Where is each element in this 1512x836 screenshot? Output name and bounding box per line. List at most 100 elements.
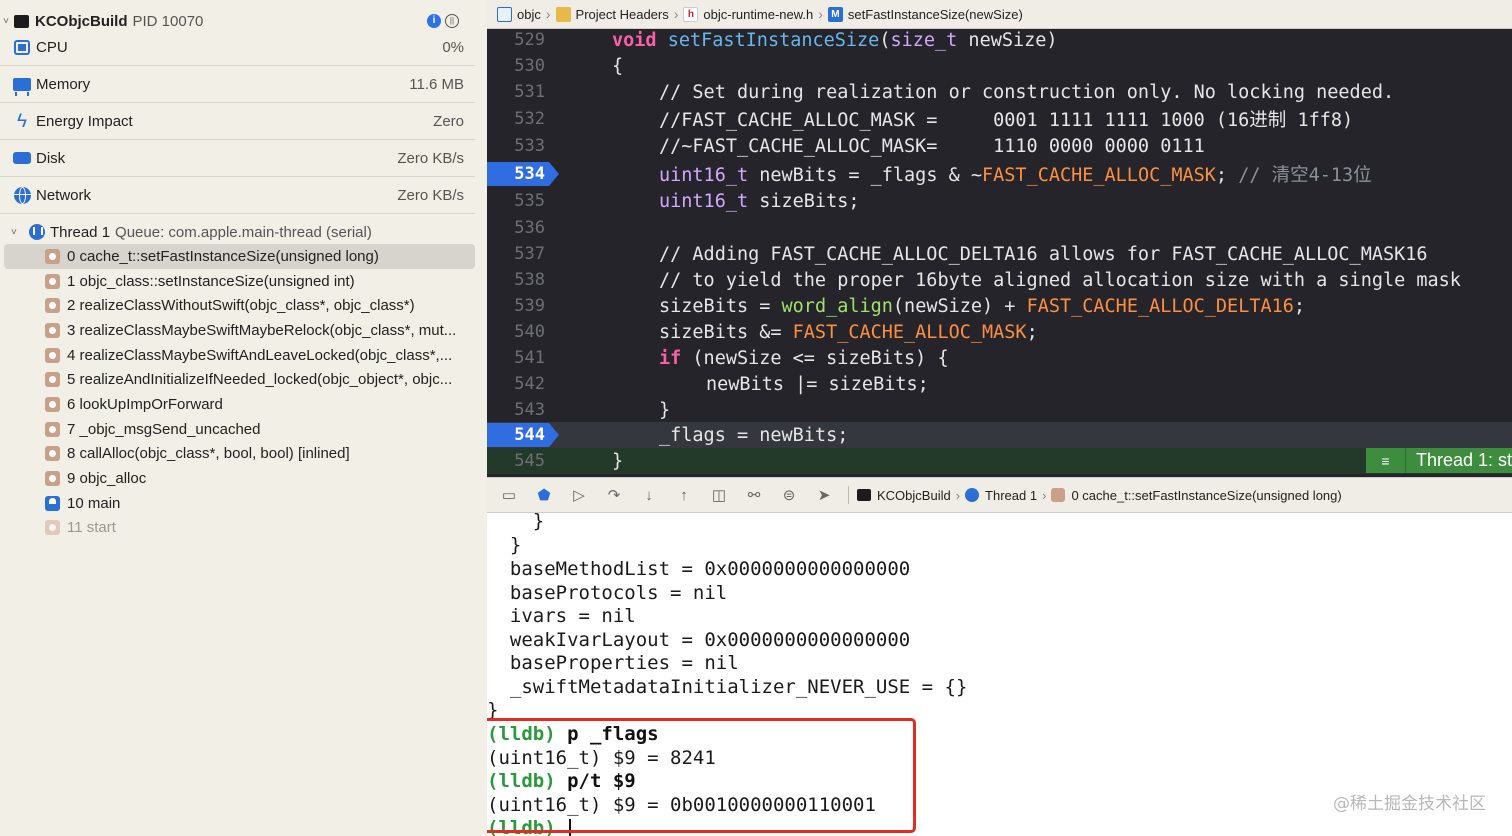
code-line: 537 // Adding FAST_CACHE_ALLOC_DELTA16 al…	[487, 241, 1512, 267]
code-token: void	[612, 29, 657, 51]
frame-label: 7 _objc_msgSend_uncached	[67, 420, 261, 438]
memory-graph-icon[interactable]: ⚯	[743, 485, 765, 505]
stack-frame[interactable]: 7 _objc_msgSend_uncached	[0, 417, 475, 442]
stack-frame[interactable]: 2 realizeClassWithoutSwift(objc_class*, …	[0, 293, 475, 318]
gauge-label: Network	[36, 186, 92, 204]
frame-label: 0 cache_t::setFastInstanceSize(unsigned …	[67, 247, 379, 265]
console-line: baseMethodList = 0x0000000000000000	[487, 558, 911, 580]
chevron-right-icon: ›	[545, 6, 551, 22]
frame-icon	[45, 298, 60, 314]
breadcrumb-frame: 0 cache_t::setFastInstanceSize(unsigned …	[1071, 487, 1342, 503]
code-token: FAST_CACHE_ALLOC_DELTA16	[1026, 295, 1294, 317]
code-text: }	[659, 399, 671, 421]
console-line: _swiftMetadataInitializer_NEVER_USE = {}	[487, 676, 968, 698]
network-icon	[11, 186, 33, 204]
app-icon	[14, 14, 29, 28]
line-number: 541	[514, 348, 545, 368]
console-line: ivars = nil	[487, 605, 636, 627]
jumpbar-item-file[interactable]: h objc-runtime-new.h ›	[683, 6, 828, 22]
code-comment: // to yield the proper 16byte aligned al…	[659, 269, 1461, 291]
code-token: ;	[1026, 321, 1038, 343]
stack-frame[interactable]: 4 realizeClassMaybeSwiftAndLeaveLocked(o…	[0, 343, 475, 368]
code-text: newBits |= sizeBits;	[706, 373, 929, 395]
gauge-network[interactable]: Network Zero KB/s	[0, 177, 475, 214]
method-icon: M	[827, 6, 843, 22]
step-out-icon[interactable]: ↑	[673, 485, 695, 505]
code-line: 542 newBits |= sizeBits;	[487, 371, 1512, 397]
step-over-icon[interactable]: ↷	[603, 485, 625, 505]
stack-frame[interactable]: 10 main	[0, 491, 475, 516]
chevron-right-icon: ›	[673, 6, 679, 22]
gauge-value: Zero KB/s	[397, 149, 464, 167]
frame-icon	[45, 471, 60, 487]
code-comment: //FAST_CACHE_ALLOC_MASK = 0001 1111 1111…	[659, 110, 1354, 131]
jumpbar-item-project[interactable]: objc ›	[497, 6, 556, 22]
code-token: ;	[1215, 165, 1239, 186]
line-number: 533	[514, 136, 545, 156]
step-into-icon[interactable]: ↓	[638, 485, 660, 505]
thread-annotation[interactable]: ≡ Thread 1: st	[1365, 448, 1512, 473]
jumpbar-item-method[interactable]: MsetFastInstanceSize(newSize)	[827, 6, 1023, 22]
code-token: (	[879, 29, 891, 51]
code-token: size_t	[890, 29, 958, 51]
thread-icon	[29, 224, 45, 240]
frame-label: 11 start	[67, 519, 116, 537]
code-line-current: 544 _flags = newBits;	[487, 422, 1512, 448]
gauge-label: Memory	[36, 75, 91, 93]
gauge-label: CPU	[36, 38, 68, 56]
process-name: KCObjcBuild	[35, 12, 128, 30]
frame-icon	[1051, 488, 1066, 502]
frame-label: 10 main	[67, 494, 121, 512]
source-editor[interactable]: 529 void setFastInstanceSize(size_t newSi…	[487, 29, 1512, 477]
debug-breadcrumb[interactable]: KCObjcBuild › Thread 1 › 0 cache_t::setF…	[857, 488, 1342, 503]
stack-frame[interactable]: 3 realizeClassMaybeSwiftMaybeRelock(objc…	[0, 318, 475, 343]
info-icon[interactable]: i	[427, 14, 441, 28]
lldb-console[interactable]: } } baseMethodList = 0x0000000000000000 …	[487, 513, 1512, 836]
gauge-energy[interactable]: ϟ Energy Impact Zero	[0, 103, 475, 140]
gauge-memory[interactable]: Memory 11.6 MB	[0, 66, 475, 103]
stack-frame[interactable]: 9 objc_alloc	[0, 466, 475, 491]
code-token: word_align	[781, 295, 893, 317]
stack-frame[interactable]: 6 lookUpImpOrForward	[0, 392, 475, 417]
code-token: newBits = _flags & ~	[748, 165, 983, 186]
jumpbar-item-group[interactable]: Project Headers ›	[555, 6, 684, 22]
code-token: sizeBits =	[659, 295, 782, 317]
frame-label: 2 realizeClassWithoutSwift(objc_class*, …	[67, 297, 415, 315]
gauge-disk[interactable]: Disk Zero KB/s	[0, 140, 475, 177]
view-hierarchy-icon[interactable]: ◫	[708, 485, 730, 505]
disclosure-open-icon[interactable]: ˅	[0, 16, 12, 27]
continue-icon[interactable]: ▷	[568, 485, 590, 505]
stack-frame[interactable]: 11 start	[0, 516, 475, 541]
environment-overrides-icon[interactable]: ⊜	[778, 485, 800, 505]
pause-icon[interactable]: ||	[445, 14, 459, 28]
code-line: 543}	[487, 397, 1512, 423]
disclosure-open-icon[interactable]: ˅	[11, 227, 23, 238]
line-number: 543	[514, 400, 545, 420]
line-number: 540	[514, 322, 545, 342]
stack-frame[interactable]: 0 cache_t::setFastInstanceSize(unsigned …	[4, 244, 475, 269]
code-comment: //~FAST_CACHE_ALLOC_MASK= 1110 0000 0000…	[659, 135, 1205, 157]
gauge-cpu[interactable]: CPU 0%	[0, 29, 475, 66]
breadcrumb-app: KCObjcBuild	[877, 487, 951, 503]
frame-icon	[45, 248, 60, 264]
stack-frame[interactable]: 8 callAlloc(objc_class*, bool, bool) [in…	[0, 442, 475, 467]
stack-frame[interactable]: 1 objc_class::setInstanceSize(unsigned i…	[0, 269, 475, 294]
frame-label: 1 objc_class::setInstanceSize(unsigned i…	[67, 272, 355, 290]
thread-label: Thread 1	[50, 223, 111, 241]
code-line: 534 uint16_t newBits = _flags & ~FAST_CAC…	[487, 161, 1512, 187]
console-line: weakIvarLayout = 0x0000000000000000	[487, 629, 911, 651]
frame-label: 8 callAlloc(objc_class*, bool, bool) [in…	[67, 445, 350, 463]
hide-debug-area-icon[interactable]: ▭	[498, 485, 520, 505]
code-line-pc: 545}	[487, 448, 1512, 474]
frame-icon	[45, 396, 60, 412]
list-icon: ≡	[1366, 448, 1406, 473]
thread-row[interactable]: ˅ Thread 1 Queue: com.apple.main-thread …	[0, 220, 475, 244]
stack-frame[interactable]: 5 realizeAndInitializeIfNeeded_locked(ob…	[0, 367, 475, 392]
simulate-location-icon[interactable]: ➤	[813, 485, 835, 505]
code-text: {	[612, 55, 624, 77]
breakpoints-toggle-icon[interactable]: ⬟	[533, 485, 555, 505]
divider	[848, 486, 849, 504]
debug-navigator: ˅ KCObjcBuild PID 10070 i || CPU 0% Memo…	[0, 0, 487, 836]
line-number: 536	[514, 218, 545, 238]
code-line: 536	[487, 215, 1512, 241]
